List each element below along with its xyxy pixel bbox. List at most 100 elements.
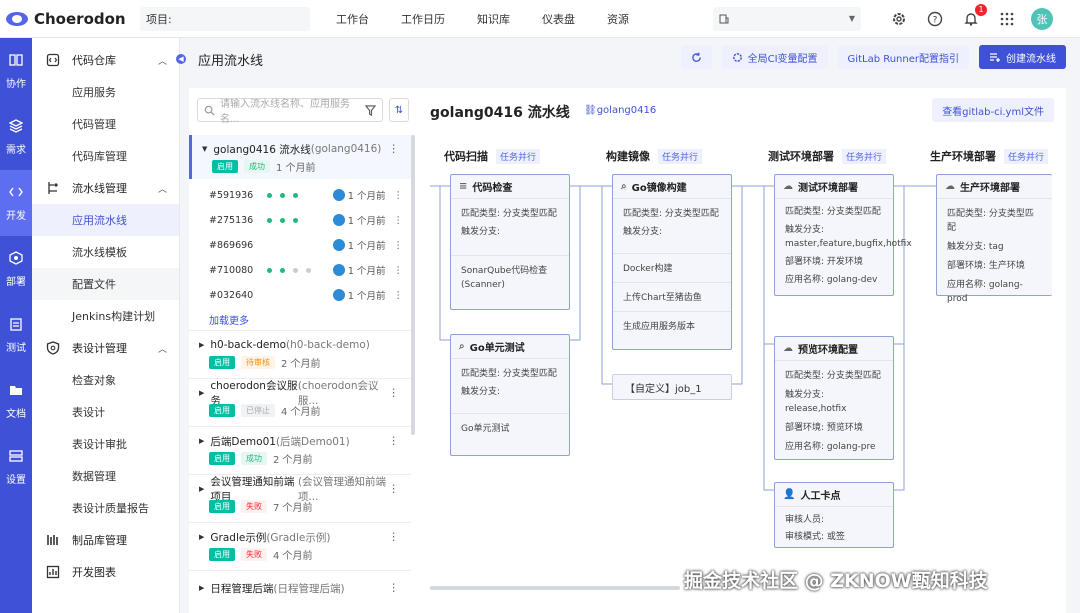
job-card[interactable]: ⌕ Go单元测试 匹配类型: 分支类型匹配 触发分支: Go单元测试: [450, 334, 570, 456]
logo[interactable]: Choerodon: [0, 10, 130, 28]
more-icon[interactable]: ⋮: [394, 190, 404, 201]
collab-icon: [9, 53, 23, 66]
help-button[interactable]: ?: [926, 10, 944, 28]
job-card[interactable]: ≡ 代码检查 匹配类型: 分支类型匹配 触发分支: SonarQube代码检查 (Sc…: [450, 174, 570, 310]
search-input[interactable]: 请输入流水线名称、应用服务名...: [197, 98, 383, 125]
user-avatar[interactable]: 张: [1031, 7, 1053, 30]
runner-guide-button[interactable]: GitLab Runner配置指引: [837, 45, 969, 69]
menu-item-app-service[interactable]: 应用服务: [32, 76, 179, 108]
menu-item-code-manage[interactable]: 代码管理: [32, 108, 179, 140]
nav-calendar[interactable]: 工作日历: [385, 11, 461, 27]
caret-right-icon[interactable]: ▶: [199, 437, 204, 445]
notification-button[interactable]: 1: [962, 3, 987, 28]
pipeline-item[interactable]: ▶ h0-back-demo (h0-back-demo) 启用 待审核 2 个月前: [189, 336, 411, 370]
menu-item-pipeline-template[interactable]: 流水线模板: [32, 236, 179, 268]
module-develop[interactable]: 开发: [0, 170, 32, 236]
module-label: 协作: [6, 78, 26, 90]
more-icon[interactable]: ⋮: [389, 582, 400, 594]
help-icon: ?: [927, 11, 943, 26]
module-settings[interactable]: 设置: [0, 434, 32, 500]
menu-group-dev-chart[interactable]: 开发图表: [32, 556, 179, 588]
job-step: 上传Chart至猪齿鱼: [623, 293, 702, 303]
menu-item-design-approval[interactable]: 表设计审批: [32, 428, 179, 460]
pipeline-run-item[interactable]: #869696 1 个月前 ⋮: [209, 235, 409, 255]
menu-group-artifact[interactable]: 制品库管理: [32, 524, 179, 556]
stage-status-dot: [280, 192, 286, 198]
create-pipeline-button[interactable]: 创建流水线: [979, 45, 1066, 69]
stage-header: 代码扫描 任务并行: [444, 148, 541, 164]
more-icon[interactable]: ⋮: [389, 387, 400, 399]
module-collab[interactable]: 协作: [0, 38, 32, 104]
detail-horizontal-scrollbar[interactable]: [430, 586, 680, 590]
pipeline-run-item[interactable]: #710080 1 个月前 ⋮: [209, 260, 409, 280]
caret-right-icon[interactable]: ▶: [199, 485, 204, 493]
pipeline-item[interactable]: ▼ golang0416 流水线 (golang0416) ⋮ 启用 成功 1 个月前: [189, 135, 411, 179]
menu-item-jenkins[interactable]: Jenkins构建计划: [32, 300, 179, 332]
run-time: 1 个月前: [347, 241, 386, 252]
pipeline-run-item[interactable]: #591936 1 个月前 ⋮: [209, 185, 409, 205]
menu-item-data-manage[interactable]: 数据管理: [32, 460, 179, 492]
pipeline-run-item[interactable]: #032640 1 个月前 ⋮: [209, 285, 409, 305]
more-icon[interactable]: ⋮: [394, 265, 404, 276]
menu-group-code-repo[interactable]: 代码仓库 ︿: [32, 44, 179, 76]
pipeline-run-item[interactable]: #275136 1 个月前 ⋮: [209, 210, 409, 230]
menu-group-table-design[interactable]: 表设计管理 ︿: [32, 332, 179, 364]
global-ci-vars-button[interactable]: 全局CI变量配置: [721, 45, 828, 69]
more-icon[interactable]: ⋮: [394, 290, 404, 301]
pipeline-item[interactable]: ▶ 日程管理后端 (日程管理后端) ⋮: [189, 579, 411, 597]
pipeline-item[interactable]: ▶ 后端Demo01 (后端Demo01) ⋮ 启用 成功 2 个月前: [189, 432, 411, 466]
custom-job-card[interactable]: 【自定义】job_1: [612, 374, 732, 400]
job-card[interactable]: ☁ 测试环境部署 匹配类型: 分支类型匹配 触发分支: master,featur…: [774, 174, 912, 296]
job-card[interactable]: 👤 人工卡点 审核人员: 审核模式: 或签: [774, 482, 894, 548]
more-icon[interactable]: ⋮: [394, 215, 404, 226]
runner-avatar: [332, 239, 345, 251]
more-icon[interactable]: ⋮: [389, 143, 400, 155]
pipeline-item[interactable]: ▶ choerodon会议服务 (choerodon会议服... ⋮ 启用 已停止 4 个…: [189, 380, 411, 418]
caret-right-icon[interactable]: ▶: [199, 341, 204, 349]
filter-icon[interactable]: [365, 104, 376, 116]
org-selector[interactable]: ▼: [713, 6, 861, 31]
pipeline-item[interactable]: ▶ Gradle示例 (Gradle示例) ⋮ 启用 失败 4 个月前: [189, 528, 411, 562]
job-card[interactable]: ⌕ Go镜像构建 匹配类型: 分支类型匹配 触发分支: Docker构建 上传Cha…: [612, 174, 732, 350]
menu-item-app-pipeline[interactable]: 应用流水线: [32, 204, 179, 236]
menu-group-pipeline[interactable]: 流水线管理 ︿: [32, 172, 179, 204]
pipeline-code: (后端Demo01): [275, 435, 350, 448]
caret-right-icon[interactable]: ▶: [199, 584, 204, 592]
menu-item-config-file[interactable]: 配置文件: [32, 268, 179, 300]
menu-item-quality-report[interactable]: 表设计质量报告: [32, 492, 179, 524]
collapse-menu-button[interactable]: ◀: [176, 54, 186, 64]
more-icon[interactable]: ⋮: [389, 435, 400, 447]
sort-button[interactable]: ⇅: [389, 98, 409, 122]
module-deploy[interactable]: 部署: [0, 236, 32, 302]
more-icon[interactable]: ⋮: [389, 531, 400, 543]
pipeline-item[interactable]: ▶ 会议管理通知前端项目 (会议管理通知前端项... ⋮ 启用 失败 7 个月前: [189, 476, 411, 514]
menu-item-repo-manage[interactable]: 代码库管理: [32, 140, 179, 172]
apps-button[interactable]: [998, 10, 1016, 28]
list-scrollbar[interactable]: [411, 135, 415, 435]
load-more-link[interactable]: 加载更多: [209, 312, 249, 327]
module-label: 测试: [6, 342, 26, 354]
module-requirements[interactable]: 需求: [0, 104, 32, 170]
run-id: #869696: [209, 239, 254, 251]
nav-dashboard[interactable]: 仪表盘: [526, 11, 591, 27]
more-icon[interactable]: ⋮: [389, 483, 400, 495]
menu-item-table-design[interactable]: 表设计: [32, 396, 179, 428]
nav-knowledge[interactable]: 知识库: [461, 11, 526, 27]
nav-workbench[interactable]: 工作台: [320, 11, 385, 27]
job-card[interactable]: ☁ 生产环境部署 匹配类型: 分支类型匹配 触发分支: tag 部署环境: 生产环…: [936, 174, 1052, 304]
menu-item-check-object[interactable]: 检查对象: [32, 364, 179, 396]
more-icon[interactable]: ⋮: [394, 240, 404, 251]
settings-button[interactable]: [890, 10, 908, 28]
project-selector[interactable]: 项目:: [140, 6, 310, 31]
caret-down-icon[interactable]: ▼: [202, 145, 207, 153]
caret-right-icon[interactable]: ▶: [199, 533, 204, 541]
refresh-button[interactable]: [680, 45, 712, 69]
caret-right-icon[interactable]: ▶: [199, 389, 204, 397]
repo-icon: [46, 53, 60, 67]
module-test[interactable]: 测试: [0, 302, 32, 368]
parallel-tag: 任务并行: [658, 148, 703, 164]
nav-resources[interactable]: 资源: [591, 11, 645, 27]
job-card[interactable]: ☁ 预览环境配置 匹配类型: 分支类型匹配 触发分支: release,hotfi…: [774, 336, 894, 460]
chevron-left-icon: ◀: [178, 55, 184, 63]
module-docs[interactable]: 文档: [0, 368, 32, 434]
